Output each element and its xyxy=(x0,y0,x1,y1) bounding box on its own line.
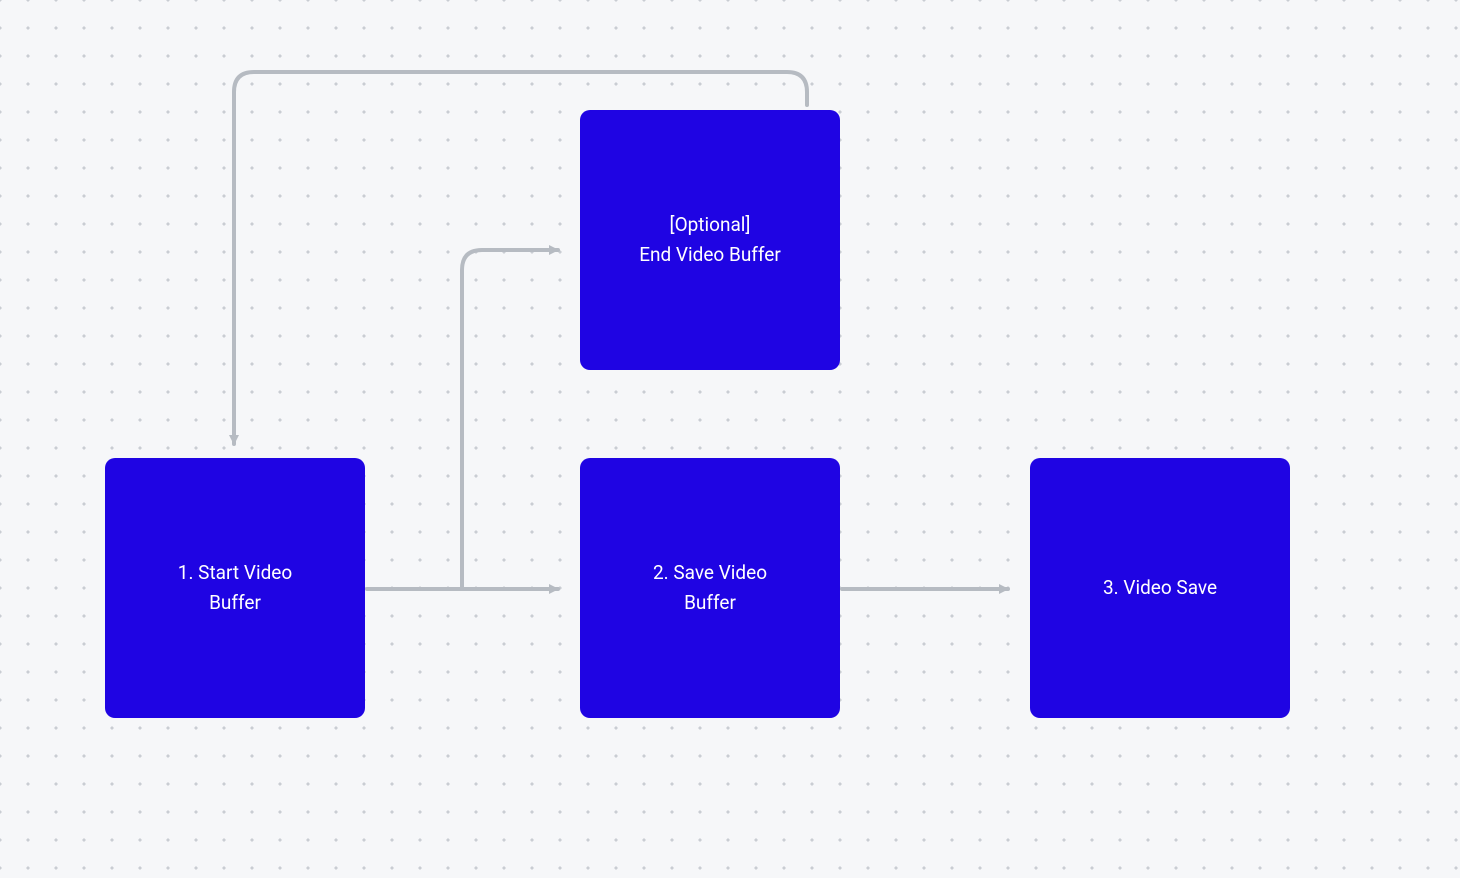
node-label-line2: Buffer xyxy=(209,591,261,614)
node-label-line2: End Video Buffer xyxy=(639,243,781,266)
node-label: 1. Start Video Buffer xyxy=(178,558,292,619)
node-label-line1: 2. Save Video xyxy=(653,561,767,584)
diagram-canvas: 1. Start Video Buffer [Optional] End Vid… xyxy=(0,0,1460,878)
node-start-video-buffer: 1. Start Video Buffer xyxy=(105,458,365,718)
node-label: 3. Video Save xyxy=(1103,573,1217,603)
node-label-line1: [Optional] xyxy=(670,213,751,236)
node-label-line2: Buffer xyxy=(684,591,736,614)
node-label: 2. Save Video Buffer xyxy=(653,558,767,619)
node-label: [Optional] End Video Buffer xyxy=(639,210,781,271)
node-optional-end-video-buffer: [Optional] End Video Buffer xyxy=(580,110,840,370)
node-save-video-buffer: 2. Save Video Buffer xyxy=(580,458,840,718)
node-label-line1: 1. Start Video xyxy=(178,561,292,584)
arrow-branch-to-optional xyxy=(462,250,558,589)
node-label-line1: 3. Video Save xyxy=(1103,576,1217,599)
node-video-save: 3. Video Save xyxy=(1030,458,1290,718)
